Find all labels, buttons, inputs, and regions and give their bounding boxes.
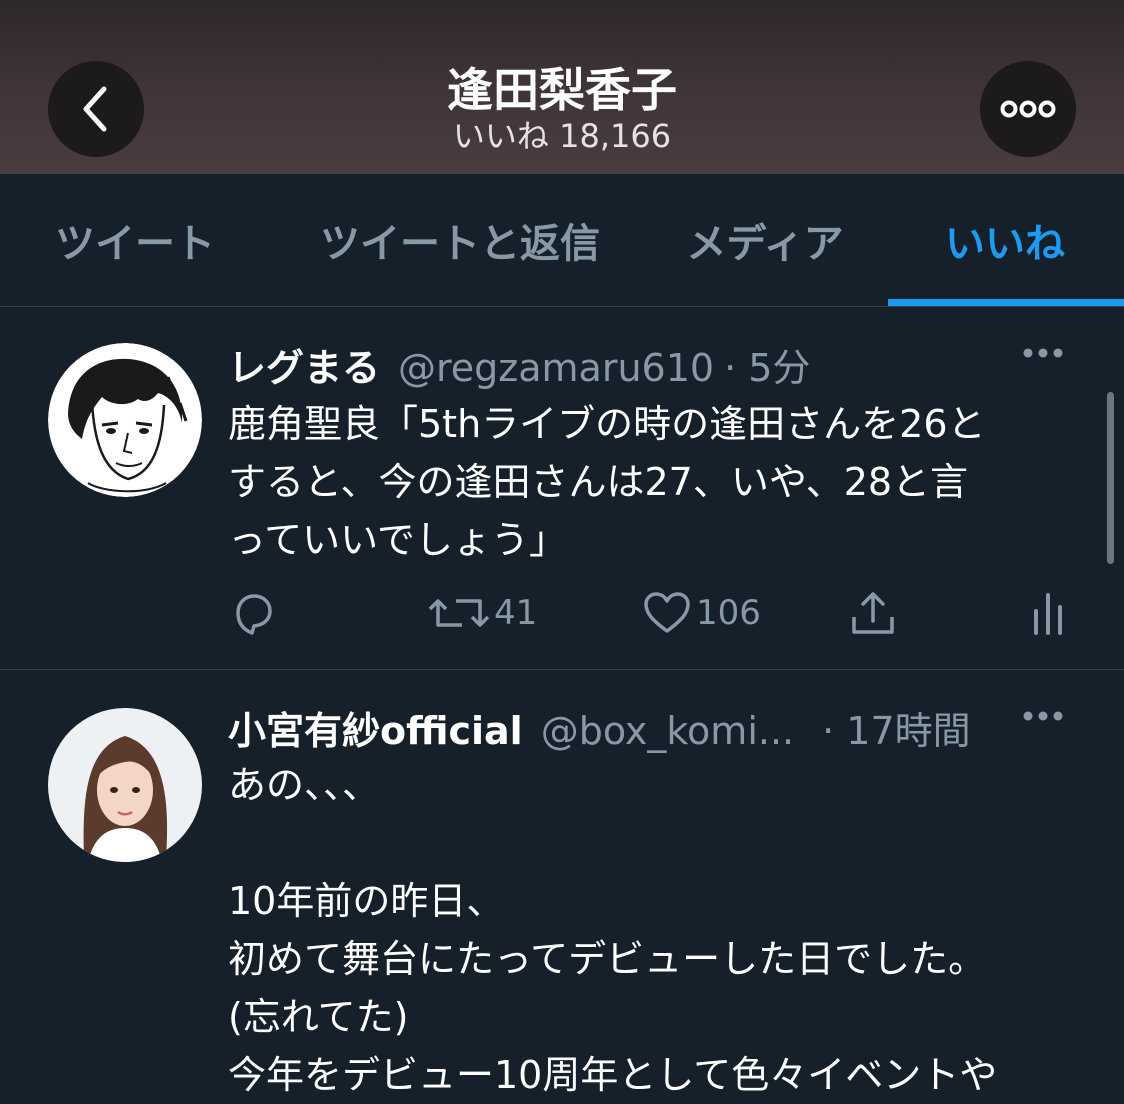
reply-icon — [236, 594, 272, 635]
tweet-card[interactable]: レグまる @regzamaru610 · 5分 鹿角聖良「5thライブの時の逢田… — [0, 307, 1124, 670]
tweet-text: 鹿角聖良「5thライブの時の逢田さんを26と すると、今の逢田さんは27、いや、… — [228, 402, 986, 562]
tweet-header: レグまる @regzamaru610 · 5分 — [228, 337, 1064, 390]
share-icon — [852, 592, 894, 634]
analytics-button[interactable] — [1028, 589, 1068, 637]
tab-likes[interactable]: いいね — [930, 174, 1080, 306]
scrollbar[interactable] — [1107, 392, 1114, 564]
profile-tabs: ツイート ツイートと返信 メディア いいね — [0, 174, 1124, 307]
author-handle[interactable]: @regzamaru610 — [398, 346, 714, 390]
tab-tweets[interactable]: ツイート — [40, 174, 230, 306]
author-handle[interactable]: @box_komi... — [541, 709, 794, 753]
tweet-header: 小宮有紗official @box_komi... · 17時間 — [228, 700, 1064, 753]
tweet-more-button[interactable] — [1022, 345, 1064, 364]
avatar[interactable] — [48, 708, 202, 862]
like-button[interactable]: 106 — [642, 589, 761, 637]
analytics-icon — [1034, 593, 1062, 635]
tweet-more-button[interactable] — [1022, 708, 1064, 727]
share-button[interactable] — [848, 589, 898, 637]
tweet-actions: 41 106 — [228, 589, 1078, 639]
retweet-count: 41 — [494, 593, 538, 633]
tweet-card[interactable]: 小宮有紗official @box_komi... · 17時間 あの、、、 1… — [0, 670, 1124, 1100]
more-dots-icon — [1000, 100, 1056, 118]
more-dots-icon — [1023, 711, 1063, 721]
profile-header: 逢田梨香子 いいね 18,166 — [0, 0, 1124, 174]
tab-tweets-and-replies[interactable]: ツイートと返信 — [300, 174, 620, 306]
tweet-time[interactable]: · 17時間 — [822, 700, 971, 755]
retweet-button[interactable]: 41 — [428, 589, 537, 637]
more-dots-icon — [1023, 348, 1063, 358]
more-options-button[interactable] — [980, 61, 1076, 157]
sketch-portrait-avatar-icon — [48, 343, 202, 497]
retweet-icon — [428, 599, 490, 627]
tab-media[interactable]: メディア — [670, 174, 860, 306]
profile-name: 逢田梨香子 — [447, 63, 677, 117]
tweet-time[interactable]: · 5分 — [724, 337, 810, 392]
like-count: 106 — [696, 593, 761, 633]
active-tab-indicator — [888, 299, 1124, 306]
avatar[interactable] — [48, 343, 202, 497]
reply-button[interactable] — [228, 589, 282, 637]
author-name[interactable]: 小宮有紗official — [228, 700, 523, 755]
tweet-text: あの、、、 10年前の昨日、 初めて舞台にたってデビューした日でした。 (忘れて… — [228, 763, 998, 1097]
likes-count-label: いいね 18,166 — [452, 117, 672, 155]
heart-icon — [644, 592, 690, 633]
photo-portrait-avatar-icon — [48, 708, 202, 862]
author-name[interactable]: レグまる — [228, 337, 380, 392]
